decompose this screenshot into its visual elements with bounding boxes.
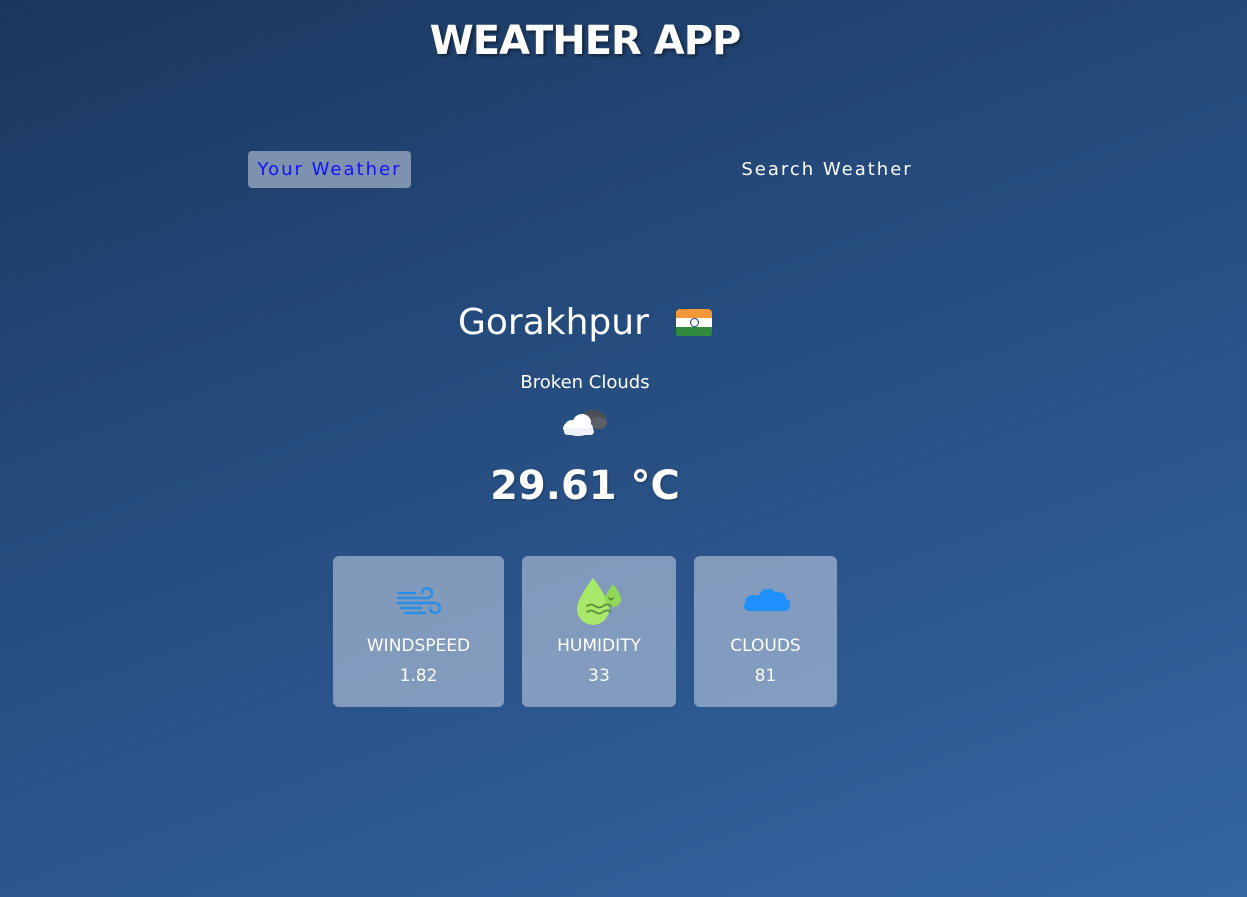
clouds-value: 81 [754, 666, 777, 686]
windspeed-value: 1.82 [399, 666, 438, 686]
humidity-value: 33 [588, 666, 610, 686]
clouds-card: CLOUDS 81 [694, 556, 837, 707]
tab-search-weather[interactable]: Search Weather [736, 151, 918, 188]
humidity-card: HUMIDITY 33 [522, 556, 676, 707]
tab-your-weather[interactable]: Your Weather [248, 151, 411, 188]
clouds-label: CLOUDS [730, 636, 801, 656]
humidity-drop-icon [577, 578, 621, 625]
app-title: WEATHER APP [429, 18, 742, 64]
city-name: Gorakhpur [457, 302, 649, 343]
humidity-label: HUMIDITY [557, 636, 641, 656]
windspeed-label: WINDSPEED [366, 636, 471, 656]
tab-bar: Your Weather Search Weather [0, 151, 1247, 189]
clouds-icon [743, 589, 790, 611]
india-flag-icon [676, 308, 712, 337]
weather-description: Broken Clouds [520, 372, 650, 393]
windspeed-card: WINDSPEED 1.82 [333, 556, 504, 707]
wind-icon [396, 586, 441, 615]
cloud-sun-icon [563, 410, 607, 436]
temperature-value: 29.61 °C [490, 463, 680, 509]
location-header: Gorakhpur [0, 302, 1170, 343]
